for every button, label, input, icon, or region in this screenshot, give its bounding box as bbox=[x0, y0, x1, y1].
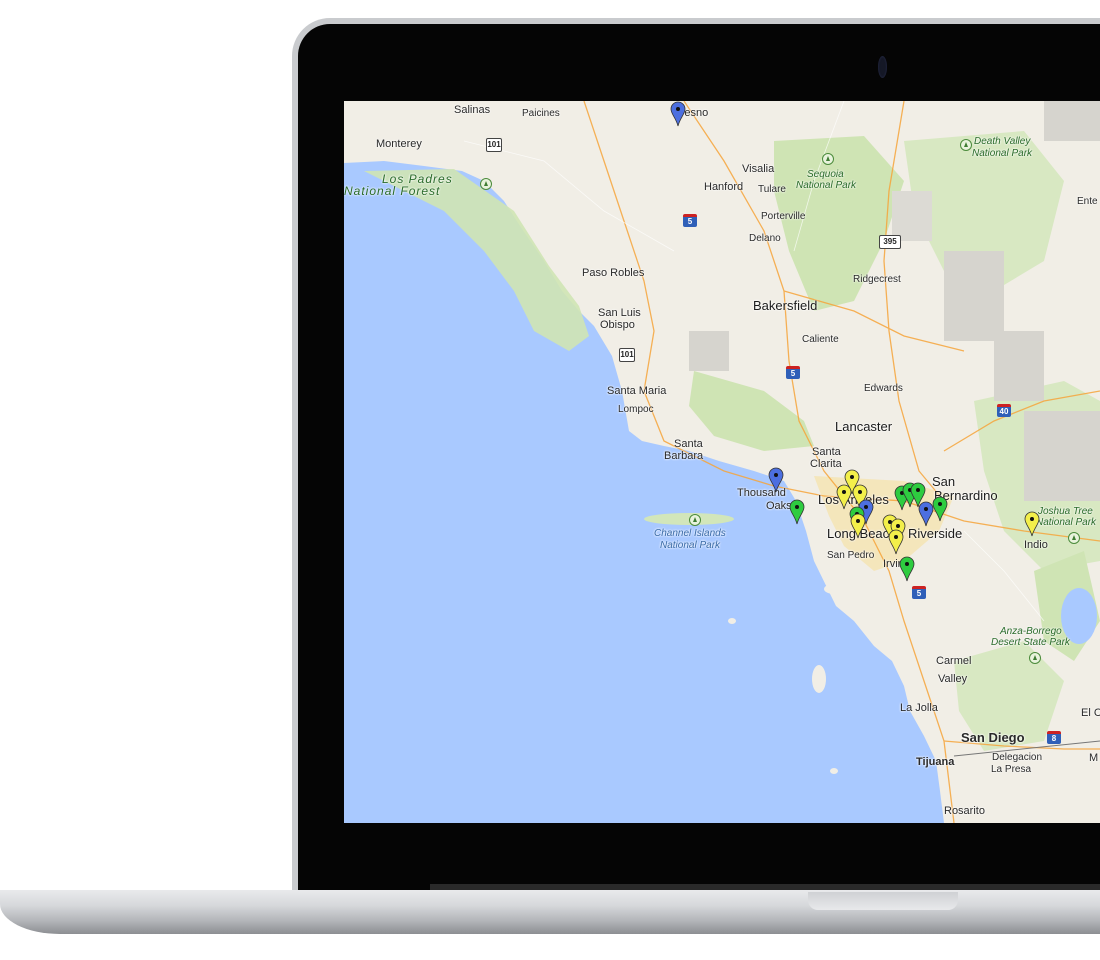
map-pin-icon[interactable] bbox=[899, 556, 915, 582]
map-screen[interactable]: Salinas Paicines Fresno Monterey Los Pad… bbox=[344, 101, 1100, 823]
label-delano: Delano bbox=[749, 233, 781, 244]
us101-shield: 101 bbox=[486, 138, 502, 152]
park-icon bbox=[960, 139, 972, 151]
label-lompoc: Lompoc bbox=[618, 404, 654, 415]
label-san-luis: San Luis bbox=[598, 307, 641, 319]
label-caliente: Caliente bbox=[802, 334, 839, 345]
label-delegacion: Delegacion bbox=[992, 752, 1043, 763]
label-channel-islands: Channel Islands bbox=[654, 528, 726, 539]
label-ente: Ente bbox=[1077, 196, 1098, 207]
i5-shield: 5 bbox=[683, 214, 697, 227]
i5-shield: 5 bbox=[912, 586, 926, 599]
label-joshua-tree-np: National Park bbox=[1036, 517, 1097, 528]
laptop-notch bbox=[808, 892, 958, 910]
label-national-forest: National Forest bbox=[344, 184, 441, 198]
label-indio: Indio bbox=[1024, 539, 1048, 551]
label-clarita: Clarita bbox=[810, 458, 842, 470]
label-porterville: Porterville bbox=[761, 211, 806, 222]
label-death-valley-np: National Park bbox=[972, 148, 1033, 159]
map-pin-icon[interactable] bbox=[670, 101, 686, 127]
label-paso-robles: Paso Robles bbox=[582, 267, 645, 279]
map-pin-icon[interactable] bbox=[850, 513, 866, 539]
label-riverside: Riverside bbox=[908, 526, 963, 541]
map-pin-icon[interactable] bbox=[1024, 511, 1040, 537]
label-barbara: Barbara bbox=[664, 450, 704, 462]
label-san: San bbox=[932, 474, 956, 489]
label-sequoia-np: National Park bbox=[796, 180, 857, 191]
label-tulare: Tulare bbox=[758, 184, 786, 195]
label-edwards: Edwards bbox=[864, 383, 903, 394]
map-terrain bbox=[344, 101, 1100, 823]
label-san-pedro: San Pedro bbox=[827, 550, 875, 561]
map-pin-icon[interactable] bbox=[789, 499, 805, 525]
park-icon bbox=[1029, 652, 1041, 664]
label-obispo: Obispo bbox=[600, 319, 635, 331]
label-channel-islands-np: National Park bbox=[660, 540, 721, 551]
i8-shield: 8 bbox=[1047, 731, 1061, 744]
label-valley: Valley bbox=[938, 673, 968, 685]
camera-icon bbox=[878, 56, 887, 78]
map-pin-icon[interactable] bbox=[768, 467, 784, 493]
label-san-diego: San Diego bbox=[961, 730, 1025, 745]
label-carmel: Carmel bbox=[936, 655, 972, 667]
label-oaks: Oaks bbox=[766, 500, 792, 512]
label-hanford: Hanford bbox=[704, 181, 744, 193]
map-pin-icon[interactable] bbox=[888, 529, 904, 555]
label-el-c: El C bbox=[1081, 707, 1100, 719]
label-tijuana: Tijuana bbox=[916, 756, 955, 768]
label-bakersfield: Bakersfield bbox=[753, 298, 818, 313]
label-anza-borrego-park: Desert State Park bbox=[991, 637, 1070, 648]
us395-shield: 395 bbox=[879, 235, 901, 249]
label-lancaster: Lancaster bbox=[835, 419, 893, 434]
map-pin-icon[interactable] bbox=[932, 496, 948, 522]
label-visalia: Visalia bbox=[742, 163, 775, 175]
label-la-presa: La Presa bbox=[991, 764, 1032, 775]
label-santa-clarita: Santa bbox=[812, 446, 841, 458]
park-icon bbox=[1068, 532, 1080, 544]
label-salinas: Salinas bbox=[454, 104, 491, 116]
i5-shield: 5 bbox=[786, 366, 800, 379]
label-ridgecrest: Ridgecrest bbox=[853, 274, 901, 285]
park-icon bbox=[689, 514, 701, 526]
label-santa-maria: Santa Maria bbox=[607, 385, 667, 397]
i40-shield: 40 bbox=[997, 404, 1011, 417]
label-monterey: Monterey bbox=[376, 138, 422, 150]
park-icon bbox=[822, 153, 834, 165]
label-rosarito: Rosarito bbox=[944, 805, 985, 817]
park-icon bbox=[480, 178, 492, 190]
label-paicines: Paicines bbox=[522, 108, 560, 119]
label-santa: Santa bbox=[674, 438, 703, 450]
label-la-jolla: La Jolla bbox=[900, 702, 938, 714]
label-death-valley: Death Valley bbox=[974, 136, 1031, 147]
us101-shield: 101 bbox=[619, 348, 635, 362]
label-m: M bbox=[1089, 752, 1099, 764]
